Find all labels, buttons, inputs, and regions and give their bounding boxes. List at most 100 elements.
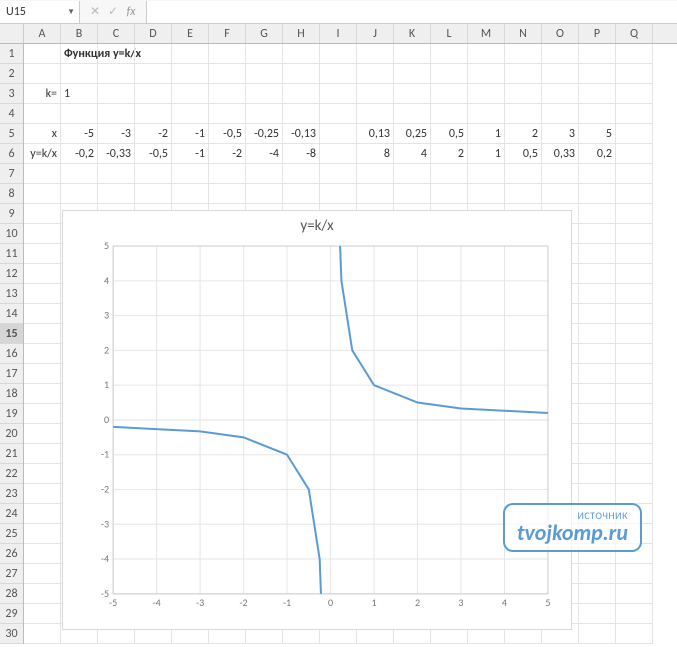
cell[interactable]: -0,25 bbox=[246, 124, 283, 144]
cell[interactable] bbox=[246, 44, 283, 64]
cell[interactable] bbox=[24, 364, 61, 384]
cell[interactable] bbox=[135, 84, 172, 104]
row-headers[interactable]: 1234567891011121314151617181920212223242… bbox=[0, 44, 24, 644]
cell[interactable] bbox=[616, 324, 653, 344]
cell[interactable] bbox=[357, 84, 394, 104]
cell[interactable] bbox=[172, 164, 209, 184]
cell[interactable] bbox=[283, 64, 320, 84]
cell[interactable] bbox=[246, 64, 283, 84]
cell[interactable] bbox=[357, 104, 394, 124]
cell[interactable] bbox=[579, 184, 616, 204]
cell[interactable] bbox=[616, 264, 653, 284]
cell[interactable] bbox=[135, 64, 172, 84]
cell[interactable] bbox=[24, 424, 61, 444]
row-header[interactable]: 17 bbox=[0, 364, 23, 384]
row-header[interactable]: 7 bbox=[0, 164, 23, 184]
cell[interactable] bbox=[24, 304, 61, 324]
cell[interactable] bbox=[24, 264, 61, 284]
cell[interactable] bbox=[394, 184, 431, 204]
cell[interactable] bbox=[320, 164, 357, 184]
cell[interactable] bbox=[24, 444, 61, 464]
cell[interactable] bbox=[24, 204, 61, 224]
row-header[interactable]: 23 bbox=[0, 484, 23, 504]
cell[interactable] bbox=[579, 344, 616, 364]
cell[interactable] bbox=[24, 384, 61, 404]
cell[interactable] bbox=[283, 184, 320, 204]
cell[interactable] bbox=[505, 84, 542, 104]
column-header[interactable]: B bbox=[61, 24, 98, 43]
cell[interactable] bbox=[246, 164, 283, 184]
column-header[interactable]: L bbox=[431, 24, 468, 43]
cell[interactable] bbox=[209, 84, 246, 104]
cell[interactable] bbox=[616, 224, 653, 244]
cell[interactable] bbox=[579, 384, 616, 404]
row-header[interactable]: 10 bbox=[0, 224, 23, 244]
cell[interactable] bbox=[209, 164, 246, 184]
cell[interactable] bbox=[98, 44, 135, 64]
cell[interactable] bbox=[24, 624, 61, 644]
cell[interactable] bbox=[357, 64, 394, 84]
cell[interactable] bbox=[579, 584, 616, 604]
cell[interactable] bbox=[98, 64, 135, 84]
cell[interactable]: 0,33 bbox=[542, 144, 579, 164]
cell[interactable] bbox=[24, 464, 61, 484]
cell[interactable] bbox=[616, 204, 653, 224]
cell[interactable]: -5 bbox=[61, 124, 98, 144]
cell[interactable]: -3 bbox=[98, 124, 135, 144]
cell[interactable] bbox=[24, 524, 61, 544]
cell[interactable] bbox=[320, 104, 357, 124]
cell[interactable] bbox=[98, 184, 135, 204]
cell[interactable] bbox=[320, 44, 357, 64]
cell[interactable] bbox=[579, 284, 616, 304]
cell[interactable] bbox=[616, 84, 653, 104]
cell[interactable] bbox=[616, 44, 653, 64]
cell[interactable]: 5 bbox=[579, 124, 616, 144]
cell[interactable]: -0,5 bbox=[135, 144, 172, 164]
cell[interactable] bbox=[579, 224, 616, 244]
cell[interactable] bbox=[616, 184, 653, 204]
row-header[interactable]: 25 bbox=[0, 524, 23, 544]
cell[interactable] bbox=[24, 504, 61, 524]
cell[interactable] bbox=[394, 164, 431, 184]
cell[interactable] bbox=[283, 84, 320, 104]
cell[interactable]: -4 bbox=[246, 144, 283, 164]
cell[interactable] bbox=[320, 84, 357, 104]
cell[interactable] bbox=[320, 64, 357, 84]
cell[interactable] bbox=[468, 44, 505, 64]
row-header[interactable]: 24 bbox=[0, 504, 23, 524]
cell[interactable] bbox=[431, 44, 468, 64]
cell[interactable]: y=k/x bbox=[24, 144, 61, 164]
cell[interactable] bbox=[246, 184, 283, 204]
cell[interactable] bbox=[616, 464, 653, 484]
cell[interactable] bbox=[579, 104, 616, 124]
column-headers[interactable]: ABCDEFGHIJKLMNOPQ bbox=[24, 24, 677, 44]
cell[interactable]: -8 bbox=[283, 144, 320, 164]
cell[interactable] bbox=[24, 484, 61, 504]
cell[interactable] bbox=[394, 104, 431, 124]
cell[interactable] bbox=[172, 64, 209, 84]
cell[interactable] bbox=[246, 104, 283, 124]
cell[interactable] bbox=[616, 144, 653, 164]
cell[interactable] bbox=[616, 364, 653, 384]
column-header[interactable]: F bbox=[209, 24, 246, 43]
cell[interactable] bbox=[172, 44, 209, 64]
cell[interactable] bbox=[24, 164, 61, 184]
cell[interactable] bbox=[24, 404, 61, 424]
column-header[interactable]: H bbox=[283, 24, 320, 43]
cell[interactable] bbox=[283, 104, 320, 124]
cell[interactable] bbox=[24, 584, 61, 604]
cell[interactable] bbox=[505, 164, 542, 184]
fx-icon[interactable]: fx bbox=[124, 5, 138, 19]
cell[interactable] bbox=[579, 304, 616, 324]
cell[interactable] bbox=[135, 104, 172, 124]
cell[interactable] bbox=[616, 444, 653, 464]
cell[interactable] bbox=[468, 64, 505, 84]
cell[interactable] bbox=[542, 84, 579, 104]
cell[interactable] bbox=[468, 184, 505, 204]
cell[interactable] bbox=[542, 104, 579, 124]
select-all-corner[interactable] bbox=[0, 24, 24, 44]
cell[interactable] bbox=[320, 124, 357, 144]
row-header[interactable]: 9 bbox=[0, 204, 23, 224]
cell[interactable] bbox=[616, 304, 653, 324]
cell[interactable] bbox=[579, 164, 616, 184]
